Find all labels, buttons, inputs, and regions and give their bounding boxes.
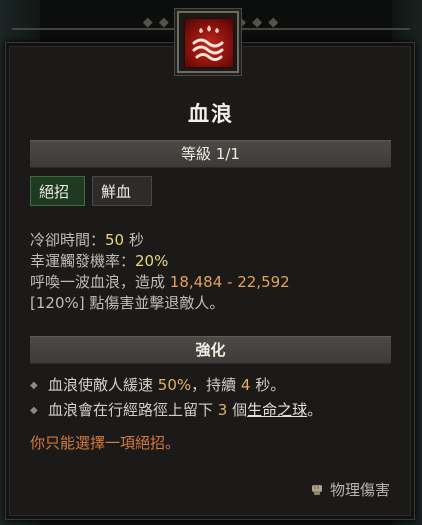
damage-type-label: 物理傷害 <box>329 481 390 499</box>
cooldown-unit: 秒 <box>124 231 144 249</box>
cooldown-row: 冷卻時間：50 秒 <box>30 230 400 251</box>
damage-type: 物理傷害 <box>310 479 390 500</box>
lucky-hit-value: 20% <box>135 252 169 270</box>
fist-icon <box>311 485 322 495</box>
ornament-left-icon: ◆ ◆ ◆ <box>142 15 186 30</box>
enhancement-list: ◆ 血浪使敵人緩速 50%，持續 4 秒。 ◆ 血浪會在行經路徑上留下 3 個生命之… <box>30 373 400 423</box>
enhancement-text: 。 <box>307 401 323 419</box>
healing-orb-link[interactable]: 生命之球 <box>247 401 307 419</box>
bullet-icon: ◆ <box>30 405 38 416</box>
enhancement-item: ◆ 血浪使敵人緩速 50%，持續 4 秒。 <box>30 373 400 398</box>
skill-icon-frame <box>177 11 239 73</box>
slow-value: 50% <box>157 376 192 394</box>
description-prefix: 呼喚一波血浪，造成 <box>30 273 170 291</box>
lucky-hit-row: 幸運觸發機率：20% <box>30 251 400 272</box>
tag-blood: 鮮血 <box>92 176 152 206</box>
skill-stats: 冷卻時間：50 秒 幸運觸發機率：20% 呼喚一波血浪，造成 18,484 - … <box>30 230 400 314</box>
blood-wave-icon <box>184 18 234 68</box>
lucky-hit-label: 幸運觸發機率： <box>30 252 136 270</box>
enhancement-item: ◆ 血浪會在行經路徑上留下 3 個生命之球。 <box>30 398 400 423</box>
tag-ultimate: 絕招 <box>30 176 85 206</box>
enhancement-text: 血浪使敵人緩速 <box>48 376 158 394</box>
cooldown-value: 50 <box>105 231 125 249</box>
orb-count: 3 <box>217 401 228 419</box>
description-line-1: 呼喚一波血浪，造成 18,484 - 22,592 <box>30 272 400 293</box>
bullet-icon: ◆ <box>30 380 38 391</box>
damage-range: 18,484 - 22,592 <box>169 273 290 291</box>
enhancement-text: 秒。 <box>250 376 286 394</box>
enhancement-text: 個 <box>227 401 248 419</box>
enhancement-header: 強化 <box>30 336 391 364</box>
skill-level: 等級 1/1 <box>30 140 391 168</box>
enhancement-text: 血浪會在行經路徑上留下 <box>48 401 218 419</box>
skill-name: 血浪 <box>188 102 234 126</box>
cooldown-label: 冷卻時間： <box>30 231 106 249</box>
enhancement-text: ，持續 <box>191 376 241 394</box>
ultimate-restriction-note: 你只能選擇一項絕招。 <box>30 434 181 452</box>
description-line-2: [120%] 點傷害並擊退敵人。 <box>30 294 225 312</box>
ornament-right-icon: ◆ ◆ ◆ <box>236 15 280 30</box>
